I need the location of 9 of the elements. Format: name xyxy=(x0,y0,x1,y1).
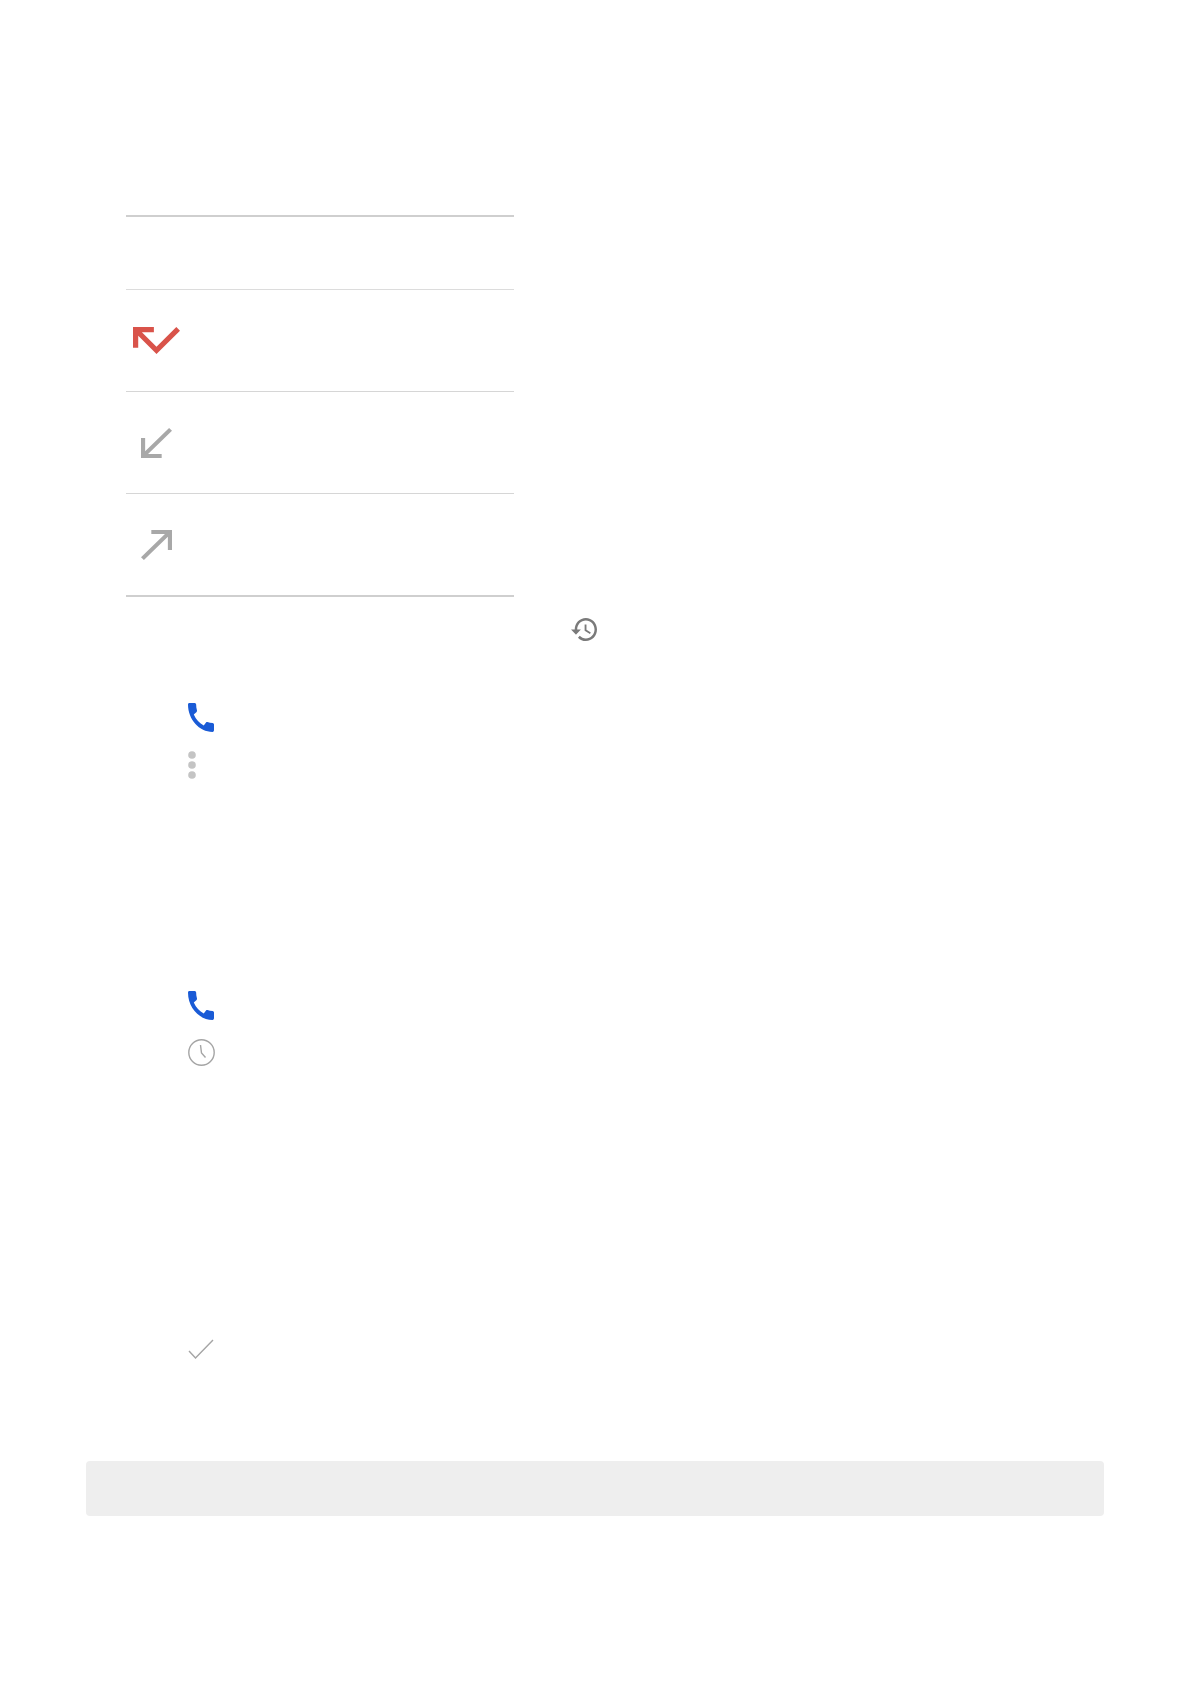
phone-icon xyxy=(188,991,214,1020)
phone-icon xyxy=(188,703,214,732)
bent-arrow-icon xyxy=(132,327,180,354)
more-vertical-icon xyxy=(188,751,196,779)
arrow-down-left-icon xyxy=(140,427,172,458)
history-icon xyxy=(571,618,597,641)
check-icon xyxy=(188,1339,214,1359)
clock-icon xyxy=(188,1039,215,1066)
arrow-up-right-icon xyxy=(140,529,172,560)
